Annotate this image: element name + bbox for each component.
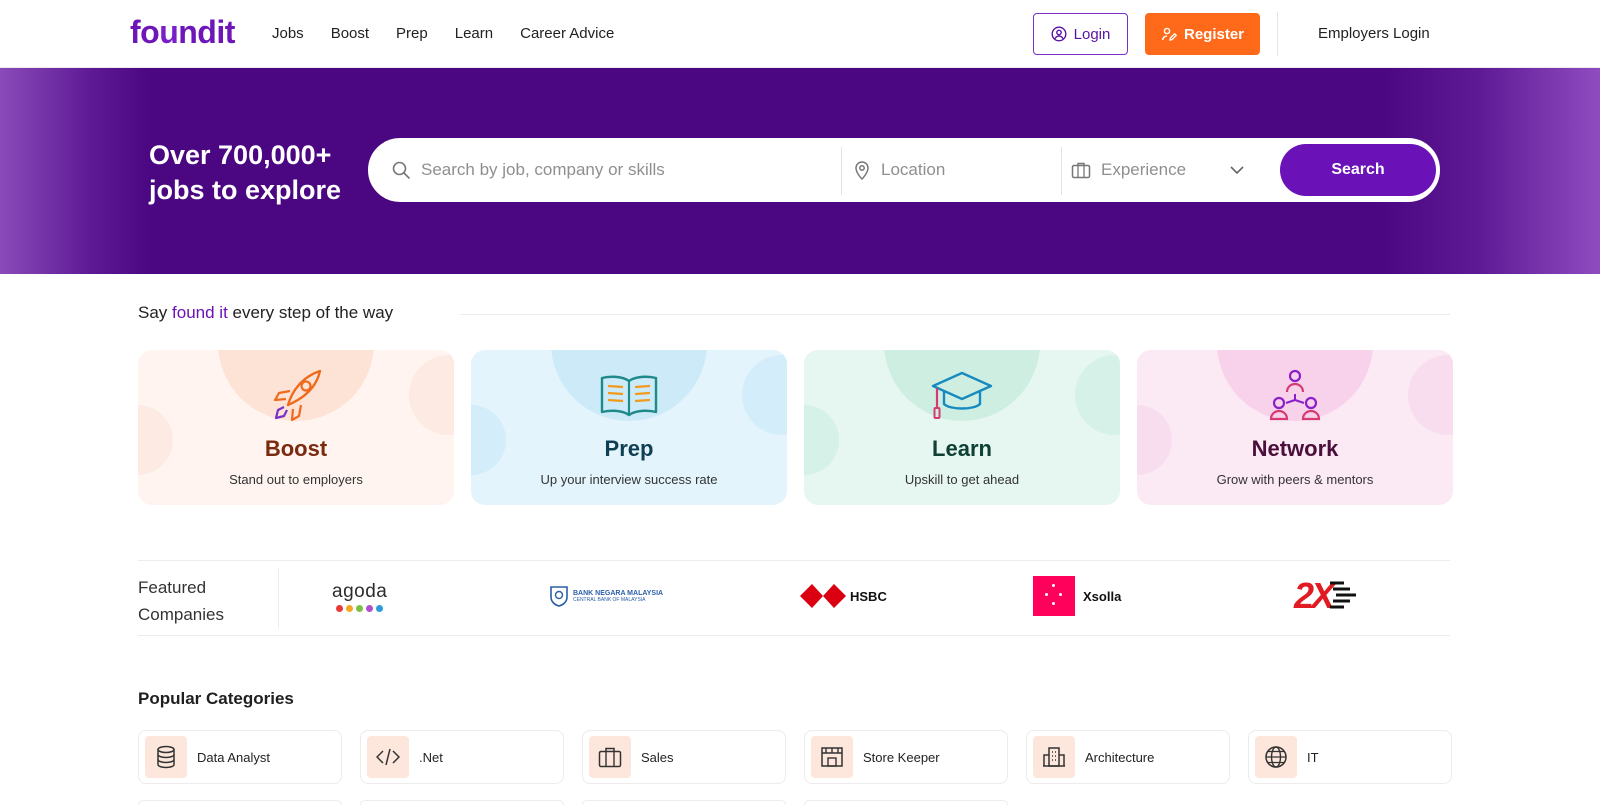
- card-title: Boost: [264, 436, 328, 461]
- card-prep[interactable]: Prep Up your interview success rate: [471, 350, 787, 505]
- nav-career-advice[interactable]: Career Advice: [520, 25, 614, 42]
- register-button[interactable]: Register: [1145, 13, 1260, 55]
- featured-top-divider: [138, 560, 1450, 561]
- building-icon: [1033, 736, 1075, 778]
- bank-negara-subtitle: CENTRAL BANK OF MALAYSIA: [573, 596, 646, 603]
- category-card-partial[interactable]: [360, 800, 564, 805]
- category-architecture[interactable]: Architecture: [1026, 730, 1230, 784]
- card-subtitle: Up your interview success rate: [540, 472, 718, 487]
- foundit-logo[interactable]: foundit: [130, 14, 235, 51]
- user-edit-icon: [1161, 27, 1177, 41]
- search-divider: [841, 147, 842, 195]
- category-label: Architecture: [1085, 749, 1155, 765]
- hero-title-line-1: Over 700,000+: [149, 140, 332, 170]
- featured-companies-label: Featured Companies: [138, 578, 224, 624]
- category-data-analyst[interactable]: Data Analyst: [138, 730, 342, 784]
- location-input[interactable]: [881, 160, 1041, 180]
- bank-negara-wordmark: BANK NEGARA MALAYSIA: [573, 589, 664, 597]
- keyword-segment: [391, 141, 831, 199]
- xsolla-square-icon: [1033, 576, 1075, 616]
- category-card-partial[interactable]: [138, 800, 342, 805]
- code-icon: [367, 736, 409, 778]
- 2x-wordmark: 2X: [1294, 575, 1335, 616]
- card-boost[interactable]: Boost Stand out to employers: [138, 350, 454, 505]
- briefcase-icon: [1071, 162, 1091, 179]
- top-navigation: foundit Jobs Boost Prep Learn Career Adv…: [0, 0, 1600, 68]
- company-logo-2x[interactable]: 2X: [1294, 572, 1357, 620]
- section-divider: [460, 314, 1450, 315]
- employers-login-link[interactable]: Employers Login: [1318, 25, 1430, 42]
- hsbc-hexagon-icon: [800, 584, 846, 608]
- keyword-search-input[interactable]: [421, 160, 821, 180]
- login-label: Login: [1073, 25, 1111, 43]
- category-it[interactable]: IT: [1248, 730, 1452, 784]
- category-card-partial[interactable]: [582, 800, 786, 805]
- nav-prep[interactable]: Prep: [396, 25, 428, 42]
- featured-vertical-divider: [278, 568, 279, 628]
- company-logo-agoda[interactable]: agoda: [332, 572, 387, 620]
- database-icon: [145, 736, 187, 778]
- hero-title-line-2: jobs to explore: [149, 175, 342, 205]
- login-button[interactable]: Login: [1033, 13, 1128, 55]
- chevron-down-icon: [1230, 166, 1244, 175]
- open-book-icon: [593, 366, 665, 426]
- card-title: Learn: [932, 436, 992, 461]
- hero-title: Over 700,000+ jobs to explore: [149, 138, 379, 208]
- user-circle-icon: [1051, 26, 1067, 42]
- category-store-keeper[interactable]: Store Keeper: [804, 730, 1008, 784]
- agoda-wordmark: agoda: [332, 580, 388, 602]
- storefront-icon: [811, 736, 853, 778]
- nav-divider: [1277, 12, 1278, 56]
- 2x-speed-lines-icon: [1330, 581, 1357, 609]
- category-label: Data Analyst: [197, 749, 270, 765]
- card-learn[interactable]: Learn Upskill to get ahead: [804, 350, 1120, 505]
- company-logo-hsbc[interactable]: HSBC: [800, 572, 887, 620]
- nav-learn[interactable]: Learn: [455, 25, 493, 42]
- nav-boost[interactable]: Boost: [331, 25, 369, 42]
- card-network[interactable]: Network Grow with peers & mentors: [1137, 350, 1453, 505]
- rocket-icon: [260, 366, 332, 426]
- search-divider: [1061, 147, 1062, 195]
- company-logo-bank-negara[interactable]: BANK NEGARA MALAYSIA CENTRAL BANK OF MAL…: [549, 572, 663, 620]
- popular-categories-title: Popular Categories: [138, 689, 294, 708]
- category-label: .Net: [419, 749, 443, 765]
- bank-negara-crest-icon: [550, 586, 568, 607]
- globe-icon: [1255, 736, 1297, 778]
- nav-jobs[interactable]: Jobs: [272, 25, 304, 42]
- briefcase-icon: [589, 736, 631, 778]
- card-subtitle: Grow with peers & mentors: [1216, 472, 1374, 487]
- search-button[interactable]: Search: [1280, 144, 1436, 196]
- main-nav: Jobs Boost Prep Learn Career Advice: [272, 25, 641, 42]
- experience-placeholder: Experience: [1101, 160, 1187, 179]
- people-network-icon: [1259, 366, 1331, 426]
- category-label: Sales: [641, 749, 674, 765]
- job-search-bar: Experience Search: [368, 138, 1440, 202]
- category-card-partial[interactable]: [804, 800, 1008, 805]
- category-label: IT: [1307, 749, 1319, 765]
- graduation-cap-icon: [926, 366, 998, 426]
- card-subtitle: Stand out to employers: [229, 472, 363, 487]
- section-tagline: Say found it every step of the way: [138, 303, 394, 322]
- register-label: Register: [1183, 25, 1245, 43]
- card-subtitle: Upskill to get ahead: [904, 472, 1020, 487]
- xsolla-wordmark: Xsolla: [1083, 588, 1122, 604]
- category-dotnet[interactable]: .Net: [360, 730, 564, 784]
- card-title: Prep: [604, 436, 654, 461]
- company-logo-xsolla[interactable]: Xsolla: [1033, 572, 1121, 620]
- search-icon: [392, 161, 410, 179]
- hsbc-wordmark: HSBC: [850, 588, 887, 604]
- hero-banner: Over 700,000+ jobs to explore Search by …: [0, 68, 1600, 274]
- agoda-dots: [336, 604, 384, 612]
- category-sales[interactable]: Sales: [582, 730, 786, 784]
- location-pin-icon: [855, 161, 869, 180]
- category-label: Store Keeper: [863, 749, 940, 765]
- featured-bottom-divider: [138, 635, 1450, 636]
- card-title: Network: [1251, 436, 1339, 461]
- location-segment: [853, 141, 1053, 199]
- experience-select[interactable]: Experience: [1071, 141, 1266, 199]
